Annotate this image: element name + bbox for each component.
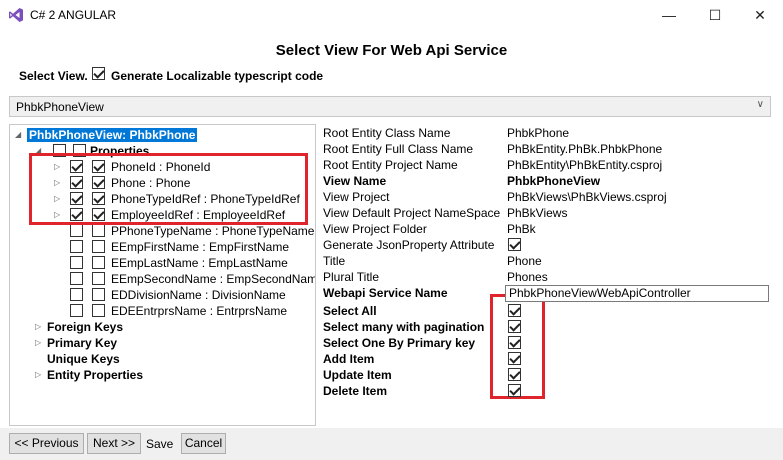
next-button[interactable]: Next >> — [87, 433, 141, 454]
property-checkbox-2[interactable] — [92, 256, 105, 269]
tree-root[interactable]: PhbkPhoneView: PhbkPhone — [27, 127, 198, 143]
grid-value: Phones — [507, 270, 548, 284]
select-view-label: Select View. — [19, 69, 88, 83]
grid-label: Select All — [323, 304, 377, 318]
visual-studio-icon — [9, 8, 23, 22]
property-checkbox-2[interactable] — [92, 304, 105, 317]
page-heading: Select View For Web Api Service — [275, 42, 508, 59]
expanded-triangle-icon[interactable]: ◢ — [15, 130, 21, 139]
save-button[interactable]: Save — [146, 437, 173, 451]
maximize-button[interactable]: ☐ — [692, 0, 738, 30]
grid-label: Webapi Service Name — [323, 286, 448, 300]
grid-value: PhBkViews\PhBkViews.csproj — [507, 190, 667, 204]
foreign-keys-node[interactable]: Foreign Keys — [47, 319, 123, 335]
grid-label: Root Entity Class Name — [323, 126, 451, 140]
update-item-checkbox[interactable] — [508, 368, 521, 381]
grid-value: PhBkViews — [507, 206, 568, 220]
grid-value: PhbkPhoneView — [507, 174, 601, 188]
property-checkbox-2[interactable] — [92, 288, 105, 301]
grid-label: Root Entity Project Name — [323, 158, 458, 172]
entity-properties-node[interactable]: Entity Properties — [47, 367, 143, 383]
grid-label: Root Entity Full Class Name — [323, 142, 474, 156]
primary-key-node[interactable]: Primary Key — [47, 335, 117, 351]
grid-label: View Project — [323, 190, 390, 204]
grid-label: View Project Folder — [323, 222, 427, 236]
select-all-checkbox[interactable] — [508, 304, 521, 317]
collapsed-triangle-icon[interactable]: ▷ — [35, 322, 41, 331]
property-checkbox-1[interactable] — [70, 224, 83, 237]
grid-label: Update Item — [323, 368, 392, 382]
view-select-value: PhbkPhoneView — [16, 100, 104, 114]
property-item[interactable]: EEmpLastName : EmpLastName — [111, 255, 288, 271]
grid-label: Delete Item — [323, 384, 388, 398]
property-checkbox-1[interactable] — [70, 256, 83, 269]
generate-localizable-label: Generate Localizable typescript code — [111, 69, 324, 83]
grid-label: Title — [323, 254, 346, 268]
property-checkbox-2[interactable] — [92, 272, 105, 285]
property-item[interactable]: EEmpSecondName : EmpSecondName — [111, 271, 315, 287]
grid-label: Add Item — [323, 352, 375, 366]
delete-item-checkbox[interactable] — [508, 384, 521, 397]
select-many-checkbox[interactable] — [508, 320, 521, 333]
grid-label: Plural Title — [323, 270, 380, 284]
property-checkbox-2[interactable] — [92, 224, 105, 237]
previous-button[interactable]: << Previous — [9, 433, 84, 454]
select-one-checkbox[interactable] — [508, 336, 521, 349]
property-item[interactable]: EDEEntrprsName : EntrprsName — [111, 303, 287, 319]
webapi-service-name-input[interactable]: PhbkPhoneViewWebApiController — [505, 285, 769, 302]
grid-value: PhbkPhone — [507, 126, 570, 140]
chevron-down-icon: ∨ — [756, 99, 764, 110]
add-item-checkbox[interactable] — [508, 352, 521, 365]
grid-value: Phone — [507, 254, 542, 268]
grid-value: PhBkEntity.PhBk.PhbkPhone — [507, 142, 663, 156]
grid-label: View Default Project NameSpace — [323, 206, 501, 220]
property-checkbox-2[interactable] — [92, 240, 105, 253]
collapsed-triangle-icon[interactable]: ▷ — [35, 370, 41, 379]
generate-localizable-checkbox[interactable] — [92, 67, 105, 80]
collapsed-triangle-icon[interactable]: ▷ — [35, 338, 41, 347]
highlight-box — [29, 153, 308, 225]
property-item[interactable]: EEmpFirstName : EmpFirstName — [111, 239, 289, 255]
property-checkbox-1[interactable] — [70, 288, 83, 301]
close-button[interactable]: ✕ — [737, 0, 783, 30]
cancel-button[interactable]: Cancel — [181, 433, 226, 454]
grid-label: Generate JsonProperty Attribute — [323, 238, 495, 252]
grid-label: Select One By Primary key — [323, 336, 476, 350]
title-bar: C# 2 ANGULAR — ☐ ✕ — [0, 0, 783, 30]
property-checkbox-1[interactable] — [70, 304, 83, 317]
tree-root-label: PhbkPhoneView: PhbkPhone — [27, 128, 198, 142]
grid-label: View Name — [323, 174, 387, 188]
unique-keys-node[interactable]: Unique Keys — [47, 351, 120, 367]
window-title: C# 2 ANGULAR — [30, 8, 117, 22]
property-item[interactable]: EDDivisionName : DivisionName — [111, 287, 286, 303]
generate-json-property-checkbox[interactable] — [508, 238, 521, 251]
grid-value: PhBk — [507, 222, 536, 236]
property-checkbox-1[interactable] — [70, 240, 83, 253]
property-checkbox-1[interactable] — [70, 272, 83, 285]
minimize-button[interactable]: — — [646, 0, 692, 30]
property-item[interactable]: PPhoneTypeName : PhoneTypeName — [111, 223, 314, 239]
view-select-dropdown[interactable]: PhbkPhoneView ∨ — [9, 96, 771, 117]
grid-value: PhBkEntity\PhBkEntity.csproj — [507, 158, 663, 172]
grid-label: Select many with pagination — [323, 320, 485, 334]
